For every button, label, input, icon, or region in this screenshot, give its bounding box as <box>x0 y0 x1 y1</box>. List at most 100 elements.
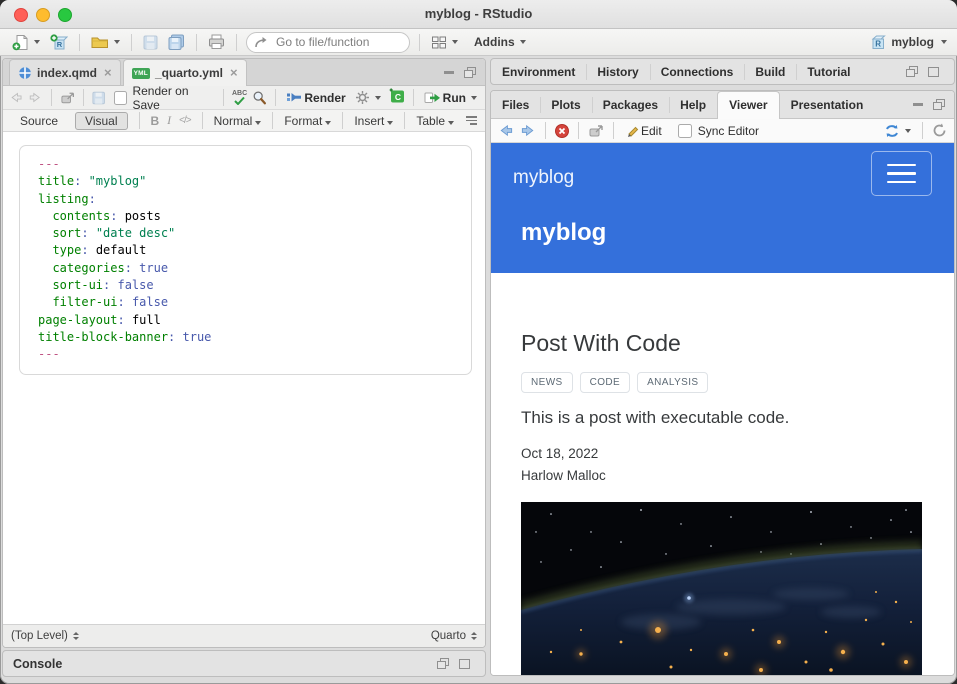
forward-icon[interactable] <box>28 90 42 105</box>
table-menu[interactable]: Table <box>416 114 454 128</box>
run-button[interactable]: Run <box>422 90 479 106</box>
divider <box>83 89 84 106</box>
sync-editor-checkbox[interactable] <box>678 124 692 138</box>
project-selector[interactable]: R myblog <box>870 34 947 50</box>
goto-file-search[interactable] <box>246 32 410 53</box>
filetype-selector[interactable]: Quarto <box>431 630 477 642</box>
code-line[interactable]: page-layout: full <box>38 312 471 329</box>
close-icon[interactable]: × <box>230 68 238 78</box>
restore-pane-button[interactable] <box>436 658 450 670</box>
render-on-save-checkbox[interactable] <box>114 91 127 105</box>
code-line[interactable]: title-block-banner: true <box>38 329 471 346</box>
edit-button[interactable]: Edit <box>623 123 664 139</box>
render-button[interactable]: Render <box>284 90 347 106</box>
tab-history[interactable]: History <box>586 59 649 85</box>
insert-menu-label: Insert <box>354 114 384 128</box>
tab-index-qmd[interactable]: index.qmd × <box>9 59 121 85</box>
outline-toggle-icon[interactable] <box>466 116 477 125</box>
code-line[interactable]: filter-ui: false <box>38 294 471 311</box>
tab-viewer[interactable]: Viewer <box>717 91 779 119</box>
forward-icon[interactable] <box>520 123 536 138</box>
print-button[interactable] <box>206 33 227 51</box>
code-line[interactable]: sort: "date desc" <box>38 225 471 242</box>
code-line[interactable]: --- <box>38 346 471 363</box>
tab-environment[interactable]: Environment <box>491 59 586 85</box>
tab-plots[interactable]: Plots <box>540 92 591 118</box>
svg-text:R: R <box>876 39 882 48</box>
category-badge[interactable]: CODE <box>580 372 631 393</box>
tab-help[interactable]: Help <box>669 92 717 118</box>
code-line[interactable]: sort-ui: false <box>38 277 471 294</box>
stop-icon[interactable] <box>555 124 569 138</box>
save-icon <box>143 35 158 50</box>
visual-mode-button[interactable]: Visual <box>75 112 127 130</box>
table-menu-label: Table <box>416 114 445 128</box>
maximize-pane-button[interactable] <box>463 66 477 78</box>
blog-brand-link[interactable]: myblog <box>513 167 574 189</box>
menu-toggle-button[interactable] <box>871 151 932 196</box>
tab-label: _quarto.yml <box>155 66 223 80</box>
tab-build[interactable]: Build <box>744 59 796 85</box>
minimize-pane-button[interactable] <box>442 66 456 78</box>
back-icon[interactable] <box>9 90 23 105</box>
bold-button[interactable]: B <box>151 114 160 128</box>
save-all-icon <box>168 34 185 50</box>
render-options-button[interactable] <box>353 89 383 106</box>
paragraph-style-menu[interactable]: Normal <box>214 114 262 128</box>
code-line[interactable]: contents: posts <box>38 208 471 225</box>
refresh-icon[interactable] <box>932 123 947 138</box>
source-editor-pane: index.qmd × YML _quarto.yml × Render on … <box>2 58 486 648</box>
code-button[interactable]: </> <box>179 115 190 126</box>
back-icon[interactable] <box>498 123 514 138</box>
tab-quarto-yml[interactable]: YML _quarto.yml × <box>123 59 247 86</box>
divider <box>223 89 224 106</box>
code-block[interactable]: ---title: "myblog"listing: contents: pos… <box>19 145 472 375</box>
new-file-button[interactable] <box>10 33 42 52</box>
open-in-window-icon[interactable] <box>588 124 604 138</box>
open-file-button[interactable] <box>89 33 122 51</box>
insert-chunk-button[interactable]: C <box>388 88 405 108</box>
code-line[interactable]: listing: <box>38 191 471 208</box>
source-mode-button[interactable]: Source <box>11 113 67 129</box>
save-all-button[interactable] <box>166 33 187 51</box>
maximize-pane-button[interactable] <box>932 99 946 111</box>
scope-selector[interactable]: (Top Level) <box>11 630 79 642</box>
editor-body[interactable]: ---title: "myblog"listing: contents: pos… <box>3 132 485 624</box>
titlebar: myblog - RStudio <box>0 0 957 29</box>
save-icon[interactable] <box>92 91 105 105</box>
code-line[interactable]: --- <box>38 156 471 173</box>
new-project-button[interactable]: R <box>48 33 70 52</box>
spellcheck-button[interactable]: ABC <box>232 91 247 105</box>
code-line[interactable]: title: "myblog" <box>38 173 471 190</box>
divider <box>545 122 546 139</box>
tab-presentation[interactable]: Presentation <box>780 92 875 118</box>
close-icon[interactable]: × <box>104 68 112 78</box>
divider <box>922 122 923 139</box>
code-line[interactable]: categories: true <box>38 260 471 277</box>
tab-tutorial[interactable]: Tutorial <box>796 59 861 85</box>
tab-files[interactable]: Files <box>491 92 540 118</box>
files-viewer-pane: FilesPlotsPackagesHelpViewerPresentation… <box>490 90 955 676</box>
category-badge[interactable]: ANALYSIS <box>637 372 708 393</box>
panes-layout-button[interactable] <box>429 34 460 51</box>
goto-file-input[interactable] <box>274 34 388 50</box>
main-toolbar: R Addins <box>0 29 957 56</box>
italic-button[interactable]: I <box>167 113 171 128</box>
category-badge[interactable]: NEWS <box>521 372 573 393</box>
search-icon[interactable] <box>252 90 267 106</box>
insert-menu[interactable]: Insert <box>354 114 393 128</box>
tab-connections[interactable]: Connections <box>650 59 745 85</box>
render-on-save-label: Render on Save <box>132 84 215 112</box>
tab-packages[interactable]: Packages <box>592 92 669 118</box>
save-button[interactable] <box>141 34 160 51</box>
pencil-icon <box>625 124 639 138</box>
sync-publish-button[interactable] <box>882 123 913 139</box>
restore-pane-button[interactable] <box>905 66 919 78</box>
code-line[interactable]: type: default <box>38 242 471 259</box>
maximize-pane-button[interactable] <box>926 66 940 78</box>
minimize-pane-button[interactable] <box>911 99 925 111</box>
open-in-window-icon[interactable] <box>60 91 75 105</box>
addins-menu[interactable]: Addins <box>472 34 528 50</box>
format-menu[interactable]: Format <box>284 114 331 128</box>
maximize-pane-button[interactable] <box>457 658 471 670</box>
